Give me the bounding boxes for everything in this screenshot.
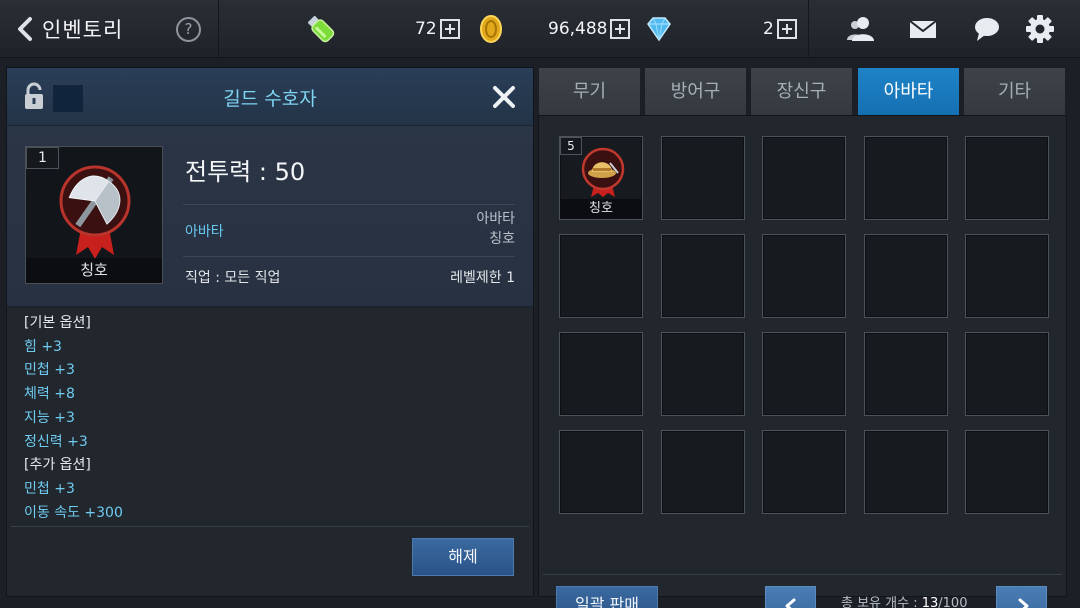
diamond-icon bbox=[647, 17, 671, 42]
release-button[interactable]: 해제 bbox=[412, 538, 514, 576]
item-label: 칭호 bbox=[26, 258, 162, 283]
option-stat: 이동 속도 +300 bbox=[24, 504, 123, 521]
category-line: 칭호 bbox=[489, 231, 515, 247]
item-name: 길드 수호자 bbox=[223, 88, 317, 110]
inventory-slot-empty[interactable] bbox=[965, 332, 1049, 416]
inventory-slot-empty[interactable] bbox=[762, 136, 846, 220]
friends-icon[interactable] bbox=[844, 12, 878, 46]
gold-counter: 96,488 bbox=[548, 14, 631, 44]
gold-value: 96,488 bbox=[548, 19, 608, 39]
item-info: 1 칭호 전투력 : 50 아바타 아바타 칭호 직업 : 모든 직업 레벨제한… bbox=[7, 126, 533, 307]
item-slot: 1 칭호 bbox=[25, 146, 163, 284]
add-gold-button[interactable] bbox=[610, 19, 631, 39]
option-section-header: [기본 옵션] bbox=[24, 315, 91, 331]
option-stat: 민첩 +3 bbox=[24, 362, 75, 379]
option-stat: 체력 +8 bbox=[24, 386, 75, 403]
inventory-slot-empty[interactable] bbox=[965, 136, 1049, 220]
option-stat: 지능 +3 bbox=[24, 409, 75, 426]
mail-icon[interactable] bbox=[906, 12, 940, 46]
next-page-button[interactable] bbox=[996, 586, 1047, 608]
inventory-grid: 일괄 판매 총 보유 개수 : 13/100 5 칭호 bbox=[538, 115, 1067, 608]
inventory-slot-empty[interactable] bbox=[660, 136, 745, 220]
settings-icon[interactable] bbox=[1023, 12, 1057, 46]
option-stat: 정신력 +3 bbox=[24, 433, 88, 450]
inventory-slot-empty[interactable] bbox=[863, 234, 948, 318]
gem-value: 2 bbox=[763, 19, 774, 39]
inventory-slot-empty[interactable] bbox=[965, 234, 1049, 318]
count-max: /100 bbox=[938, 596, 968, 608]
inventory-slot-filled[interactable]: 5 칭호 bbox=[559, 136, 643, 220]
chevron-left-icon bbox=[785, 598, 796, 608]
slot-label: 칭호 bbox=[560, 199, 642, 219]
inventory-slot-empty[interactable] bbox=[965, 430, 1049, 514]
divider bbox=[11, 526, 529, 527]
level-limit: 레벨제한 1 bbox=[450, 270, 515, 286]
help-icon[interactable]: ? bbox=[176, 17, 201, 42]
chevron-left-icon bbox=[18, 17, 32, 41]
potion-value: 72 bbox=[415, 19, 437, 39]
divider bbox=[218, 0, 219, 58]
inventory-slot-empty[interactable] bbox=[660, 234, 745, 318]
inventory-slot-empty[interactable] bbox=[559, 234, 643, 318]
item-type: 아바타 bbox=[185, 224, 224, 240]
tab-avatar[interactable]: 아바타 bbox=[858, 68, 959, 115]
option-section-header: [추가 옵션] bbox=[24, 457, 91, 474]
option-stat: 민첩 +3 bbox=[24, 480, 75, 497]
add-potion-button[interactable] bbox=[439, 19, 460, 39]
inventory-slot-empty[interactable] bbox=[863, 332, 948, 416]
sell-all-button[interactable]: 일괄 판매 bbox=[556, 586, 658, 608]
item-count: 1 bbox=[26, 147, 59, 169]
divider bbox=[543, 574, 1062, 575]
close-icon[interactable] bbox=[489, 82, 519, 112]
tab-accessory[interactable]: 장신구 bbox=[751, 68, 852, 115]
inventory-slot-empty[interactable] bbox=[660, 332, 745, 416]
back-button[interactable]: 인벤토리 bbox=[14, 14, 123, 44]
inventory-slot-empty[interactable] bbox=[762, 332, 846, 416]
category-line: 아바타 bbox=[476, 211, 515, 227]
potion-counter: 72 bbox=[415, 14, 460, 44]
inventory-slot-empty[interactable] bbox=[559, 332, 643, 416]
chat-icon[interactable] bbox=[970, 12, 1004, 46]
divider bbox=[808, 0, 809, 58]
page-title: 인벤토리 bbox=[42, 18, 124, 42]
gold-coin-icon bbox=[480, 15, 502, 43]
inventory-slot-empty[interactable] bbox=[762, 234, 846, 318]
slot-count: 5 bbox=[560, 137, 582, 155]
hat-title-icon bbox=[581, 147, 625, 197]
option-list: [기본 옵션] 힘 +3 민첩 +3 체력 +8 지능 +3 정신력 +3 [추가 옵션] 민… bbox=[24, 312, 123, 525]
option-stat: 힘 +3 bbox=[24, 338, 62, 355]
item-count-label: 총 보유 개수 : 13/100 bbox=[841, 592, 967, 608]
divider bbox=[183, 204, 515, 205]
inventory-slot-empty[interactable] bbox=[863, 136, 948, 220]
add-gem-button[interactable] bbox=[776, 19, 797, 39]
item-detail-panel: 길드 수호자 1 칭호 전투력 : 50 아바타 아바타 칭호 직업: 모든 … bbox=[6, 67, 534, 597]
prev-page-button[interactable] bbox=[765, 586, 816, 608]
axe-title-icon bbox=[59, 165, 131, 259]
job-requirement: 직업 : 모든 직업 bbox=[185, 270, 281, 286]
gem-counter: 2 bbox=[763, 14, 797, 44]
inventory-slot-empty[interactable] bbox=[660, 430, 745, 514]
top-bar: 인벤토리 ? 72 96,488 2 bbox=[0, 0, 1080, 58]
potion-icon bbox=[307, 15, 335, 43]
divider bbox=[183, 256, 515, 257]
tab-etc[interactable]: 기타 bbox=[964, 68, 1065, 115]
count-prefix: 총 보유 개수 : bbox=[841, 596, 922, 608]
inventory-slot-empty[interactable] bbox=[863, 430, 948, 514]
tab-weapon[interactable]: 무기 bbox=[539, 68, 640, 115]
chevron-right-icon bbox=[1018, 598, 1029, 608]
detail-header: 길드 수호자 bbox=[7, 68, 533, 126]
inventory-slot-empty[interactable] bbox=[559, 430, 643, 514]
inventory-panel: 무기 방어구 장신구 아바타 기타 일괄 판매 총 보유 개수 : 13/100… bbox=[538, 67, 1067, 608]
count-current: 13 bbox=[921, 596, 939, 608]
inventory-slot-empty[interactable] bbox=[762, 430, 846, 514]
item-category: 아바타 칭호 bbox=[476, 209, 515, 249]
tab-armor[interactable]: 방어구 bbox=[645, 68, 746, 115]
combat-power: 전투력 : 50 bbox=[185, 158, 306, 186]
